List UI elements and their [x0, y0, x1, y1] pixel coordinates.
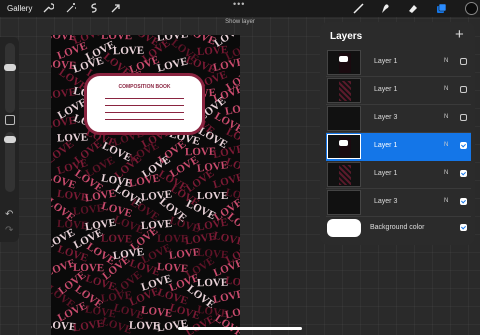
- layer-row[interactable]: Layer 1 N: [326, 77, 471, 105]
- love-word: LOVE: [156, 260, 189, 276]
- layer-name: Layer 3: [374, 198, 398, 205]
- selection-icon[interactable]: [88, 2, 100, 14]
- top-toolbar: Gallery •••: [0, 0, 480, 17]
- blend-mode-button[interactable]: N: [444, 86, 448, 92]
- thumbnail-label: [339, 140, 348, 146]
- layer-thumbnail[interactable]: [327, 106, 361, 131]
- brush-size-knob[interactable]: [4, 64, 16, 71]
- layer-thumbnail[interactable]: [327, 78, 361, 103]
- layer-row[interactable]: Layer 1 N: [326, 161, 471, 189]
- layer-name: Layer 3: [374, 114, 398, 121]
- magic-wand-icon[interactable]: [65, 2, 77, 14]
- layer-name: Layer 1: [374, 58, 398, 65]
- love-word: LOVE: [128, 172, 161, 190]
- layer-visibility-checkbox[interactable]: [460, 142, 467, 149]
- home-indicator[interactable]: [178, 327, 302, 330]
- label-line: [105, 105, 184, 106]
- layer-row[interactable]: Layer 3 N: [326, 189, 471, 217]
- layers-panel: Layers + Layer 1 N Layer 1 N Layer 3 N Layer 1…: [320, 22, 475, 245]
- more-options-dots[interactable]: •••: [233, 0, 245, 9]
- layer-thumbnail[interactable]: [327, 134, 361, 159]
- layer-row[interactable]: Layer 1 N: [326, 133, 471, 161]
- layer-thumbnail[interactable]: [327, 162, 361, 187]
- blend-mode-button[interactable]: N: [444, 114, 448, 120]
- gallery-button[interactable]: Gallery: [7, 4, 32, 13]
- blend-mode-button[interactable]: N: [444, 58, 448, 64]
- thumbnail-pattern: [339, 165, 351, 185]
- show-layer-hint: Show layer: [225, 19, 255, 25]
- label-line: [105, 98, 184, 99]
- background-color-row[interactable]: Background color: [326, 219, 471, 240]
- label-title: COMPOSITION BOOK: [118, 84, 171, 90]
- layers-panel-title: Layers: [330, 31, 363, 42]
- love-word: LOVE: [168, 245, 201, 262]
- brush-size-slider[interactable]: [5, 43, 15, 113]
- undo-icon[interactable]: ↶: [5, 209, 13, 220]
- layer-row[interactable]: Layer 3 N: [326, 105, 471, 133]
- layer-name: Layer 1: [374, 86, 398, 93]
- composition-book-label: COMPOSITION BOOK: [84, 73, 205, 135]
- layer-thumbnail[interactable]: [327, 190, 361, 215]
- label-line: [105, 112, 184, 113]
- eraser-icon[interactable]: [406, 2, 419, 15]
- background-color-swatch[interactable]: [327, 219, 361, 237]
- love-word: LOVE: [196, 276, 229, 289]
- layer-visibility-checkbox[interactable]: [460, 198, 467, 205]
- layers-icon[interactable]: [435, 2, 448, 15]
- wrench-icon[interactable]: [42, 2, 54, 14]
- modify-button[interactable]: [5, 115, 15, 125]
- smudge-icon[interactable]: [378, 2, 391, 15]
- blend-mode-button[interactable]: N: [444, 170, 448, 176]
- layer-visibility-checkbox[interactable]: [460, 86, 467, 93]
- love-word: LOVE: [211, 287, 240, 307]
- blend-mode-button[interactable]: N: [444, 142, 448, 148]
- layer-visibility-checkbox[interactable]: [460, 170, 467, 177]
- label-line: [105, 119, 184, 120]
- thumbnail-pattern: [339, 81, 351, 101]
- layer-thumbnail[interactable]: [327, 50, 361, 75]
- blend-mode-button[interactable]: N: [444, 198, 448, 204]
- brush-icon[interactable]: [352, 2, 365, 15]
- add-layer-button[interactable]: +: [455, 26, 464, 43]
- layer-name: Layer 1: [374, 170, 398, 177]
- layer-row[interactable]: Layer 1 N: [326, 49, 471, 77]
- thumbnail-label: [339, 56, 348, 62]
- left-sidebar: ↶ ↷: [0, 37, 19, 242]
- layer-visibility-checkbox[interactable]: [460, 58, 467, 65]
- opacity-knob[interactable]: [4, 136, 16, 143]
- layer-visibility-checkbox[interactable]: [460, 114, 467, 121]
- color-picker-well[interactable]: [465, 2, 478, 15]
- love-word: LOVE: [212, 229, 240, 249]
- transform-arrow-icon[interactable]: [110, 2, 122, 14]
- layer-name: Layer 1: [374, 142, 398, 149]
- redo-icon[interactable]: ↷: [5, 225, 13, 236]
- background-visibility-checkbox[interactable]: [460, 224, 467, 231]
- background-color-label: Background color: [370, 224, 425, 231]
- artwork-canvas[interactable]: LOVE LOVE LOVE LOVE LOVE LOVE LOVE LOVE LOVE LOVE…: [51, 35, 240, 335]
